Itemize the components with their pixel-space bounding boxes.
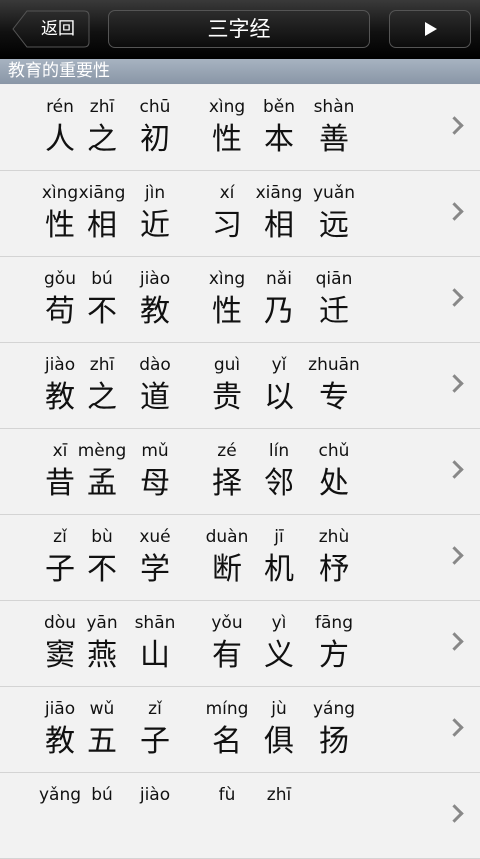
hanzi-text: 方	[319, 638, 349, 673]
hanzi-text: 不	[87, 552, 117, 587]
pinyin-text: qiān	[315, 269, 353, 289]
hanzi-text: 善	[319, 122, 349, 157]
hanzi-text: 杼	[319, 552, 349, 587]
play-button[interactable]	[389, 10, 471, 48]
hanzi-text: 习	[212, 208, 242, 243]
hanzi-text: 不	[87, 294, 117, 329]
pinyin-text: fāng	[315, 613, 353, 633]
verse-row[interactable]: jiāo 教 wǔ 五 zǐ 子 míng 名 jù 俱 yáng 扬	[0, 687, 480, 773]
hanzi-text: 初	[140, 122, 170, 157]
hanzi-text: 之	[87, 122, 117, 157]
navigation-bar: 返回 三字经	[0, 0, 480, 59]
verse-row[interactable]: gǒu 苟 bú 不 jiào 教 xìng 性 nǎi 乃 qiān 迁	[0, 257, 480, 343]
chevron-right-icon	[445, 632, 464, 651]
hanzi-text: 处	[319, 466, 349, 501]
section-header: 教育的重要性	[0, 59, 480, 84]
play-icon	[425, 22, 437, 36]
chevron-right-icon	[445, 718, 464, 737]
pinyin-text: zhuān	[308, 355, 360, 375]
hanzi-text: 性	[212, 294, 242, 329]
hanzi-text: 择	[212, 466, 242, 501]
hanzi-text: 道	[140, 380, 170, 415]
pinyin-text: mǔ	[141, 441, 169, 461]
verse-row[interactable]: yǎng bú jiào fù zhī	[0, 773, 480, 859]
pinyin-text: zhī	[266, 785, 292, 805]
hanzi-text: 义	[264, 638, 294, 673]
hanzi-text: 以	[264, 380, 294, 415]
hanzi-text: 学	[140, 552, 170, 587]
pinyin-text: chǔ	[318, 441, 350, 461]
pinyin-text: dào	[139, 355, 171, 375]
hanzi-text: 孟	[87, 466, 117, 501]
pinyin-text: shàn	[313, 97, 355, 117]
chevron-right-icon	[445, 460, 464, 479]
hanzi-text: 名	[212, 724, 242, 759]
pinyin-text: xué	[139, 527, 171, 547]
hanzi-text: 远	[319, 208, 349, 243]
pinyin-text: zhù	[318, 527, 350, 547]
hanzi-text: 相	[264, 208, 294, 243]
chevron-right-icon	[445, 116, 464, 135]
hanzi-text: 子	[140, 724, 170, 759]
hanzi-text: 迁	[319, 294, 349, 329]
pinyin-text: shān	[134, 613, 176, 633]
hanzi-text: 性	[212, 122, 242, 157]
verse-list: rén 人 zhī 之 chū 初 xìng 性 běn 本 shàn 善 xìng 性 xiāng 相 jìn…	[0, 85, 480, 859]
pinyin-text: zǐ	[148, 699, 162, 719]
verse-row[interactable]: zǐ 子 bù 不 xué 学 duàn 断 jī 机 zhù 杼	[0, 515, 480, 601]
hanzi-text: 有	[212, 638, 242, 673]
hanzi-text: 山	[140, 638, 170, 673]
chevron-right-icon	[445, 546, 464, 565]
hanzi-text: 教	[140, 294, 170, 329]
chevron-right-icon	[445, 288, 464, 307]
back-button[interactable]: 返回	[12, 10, 90, 48]
hanzi-text: 断	[212, 552, 242, 587]
hanzi-text: 机	[264, 552, 294, 587]
hanzi-text: 贵	[212, 380, 242, 415]
chevron-right-icon	[445, 804, 464, 823]
hanzi-text: 之	[87, 380, 117, 415]
hanzi-text: 燕	[87, 638, 117, 673]
chevron-right-icon	[445, 202, 464, 221]
verse-row[interactable]: dòu 窦 yān 燕 shān 山 yǒu 有 yì 义 fāng 方	[0, 601, 480, 687]
back-button-label: 返回	[41, 19, 75, 39]
hanzi-text: 母	[140, 466, 170, 501]
pinyin-text: jiào	[139, 785, 171, 805]
pinyin-text: jìn	[144, 183, 166, 203]
hanzi-text: 扬	[319, 724, 349, 759]
verse-row[interactable]: xī 昔 mèng 孟 mǔ 母 zé 择 lín 邻 chǔ 处	[0, 429, 480, 515]
hanzi-text: 专	[319, 380, 349, 415]
verse-row[interactable]: rén 人 zhī 之 chū 初 xìng 性 běn 本 shàn 善	[0, 85, 480, 171]
page-title: 三字经	[108, 10, 370, 48]
pinyin-text: jiào	[139, 269, 171, 289]
hanzi-text: 邻	[264, 466, 294, 501]
pinyin-text: yuǎn	[312, 183, 356, 203]
hanzi-text: 五	[87, 724, 117, 759]
hanzi-text: 乃	[264, 294, 294, 329]
hanzi-text: 本	[264, 122, 294, 157]
hanzi-text: 相	[87, 208, 117, 243]
chevron-right-icon	[445, 374, 464, 393]
hanzi-text: 近	[140, 208, 170, 243]
hanzi-text: 俱	[264, 724, 294, 759]
verse-row[interactable]: xìng 性 xiāng 相 jìn 近 xí 习 xiāng 相 yuǎn 远	[0, 171, 480, 257]
pinyin-text: chū	[139, 97, 171, 117]
verse-row[interactable]: jiào 教 zhī 之 dào 道 guì 贵 yǐ 以 zhuān 专	[0, 343, 480, 429]
pinyin-text: yáng	[312, 699, 356, 719]
